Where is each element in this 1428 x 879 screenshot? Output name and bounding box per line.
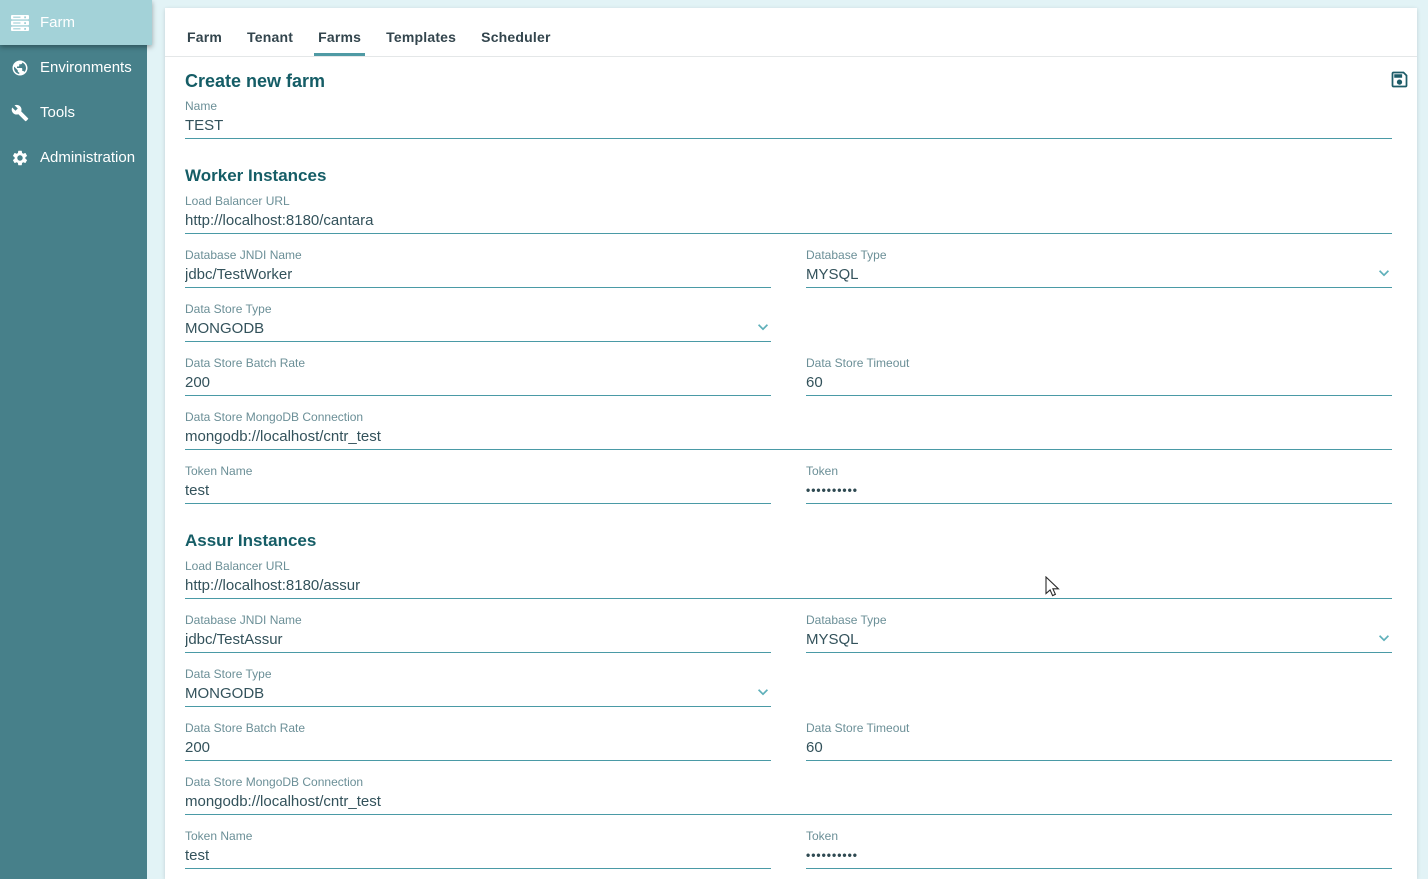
- worker-batch-rate-field: Data Store Batch Rate 200: [185, 356, 771, 396]
- worker-mongo-connection-field: Data Store MongoDB Connection mongodb://…: [185, 410, 1392, 450]
- worker-batch-rate-input[interactable]: 200: [185, 372, 771, 396]
- worker-load-balancer-input[interactable]: http://localhost:8180/cantara: [185, 210, 1392, 234]
- assur-load-balancer-field: Load Balancer URL http://localhost:8180/…: [185, 559, 1392, 599]
- assur-token-field: Token ••••••••••: [806, 829, 1392, 869]
- page-title: Create new farm: [185, 71, 1392, 93]
- worker-database-type-value[interactable]: MYSQL: [806, 264, 1392, 288]
- tab-scheduler[interactable]: Scheduler: [479, 18, 553, 56]
- tab-templates[interactable]: Templates: [384, 18, 458, 56]
- worker-data-store-type-value[interactable]: MONGODB: [185, 318, 771, 342]
- section-title-worker: Worker Instances: [185, 166, 1392, 186]
- create-farm-form: Create new farm Name TEST Worker Instanc…: [165, 57, 1417, 879]
- worker-jndi-input[interactable]: jdbc/TestWorker: [185, 264, 771, 288]
- field-label: Token: [806, 464, 1392, 478]
- sidebar-item-label: Farm: [40, 14, 75, 31]
- tab-tenant[interactable]: Tenant: [245, 18, 295, 56]
- assur-data-store-type-value[interactable]: MONGODB: [185, 683, 771, 707]
- field-label: Database Type: [806, 613, 1392, 627]
- sidebar-item-environments[interactable]: Environments: [0, 45, 147, 90]
- worker-mongo-connection-input[interactable]: mongodb://localhost/cntr_test: [185, 426, 1392, 450]
- assur-database-type-value[interactable]: MYSQL: [806, 629, 1392, 653]
- globe-icon: [11, 59, 29, 77]
- worker-timeout-input[interactable]: 60: [806, 372, 1392, 396]
- name-field: Name TEST: [185, 99, 1392, 139]
- assur-jndi-field: Database JNDI Name jdbc/TestAssur: [185, 613, 771, 653]
- field-label: Token Name: [185, 829, 771, 843]
- section-title-assur: Assur Instances: [185, 531, 1392, 551]
- assur-jndi-input[interactable]: jdbc/TestAssur: [185, 629, 771, 653]
- tab-bar: Farm Tenant Farms Templates Scheduler: [165, 8, 1417, 57]
- worker-database-type-select: Database Type MYSQL: [806, 248, 1392, 288]
- assur-database-type-select: Database Type MYSQL: [806, 613, 1392, 653]
- field-label: Data Store Timeout: [806, 356, 1392, 370]
- field-label: Data Store Batch Rate: [185, 356, 771, 370]
- assur-token-input[interactable]: ••••••••••: [806, 845, 1392, 869]
- farm-list-icon: [11, 14, 29, 32]
- assur-mongo-connection-input[interactable]: mongodb://localhost/cntr_test: [185, 791, 1392, 815]
- field-label: Database JNDI Name: [185, 248, 771, 262]
- sidebar-item-tools[interactable]: Tools: [0, 90, 147, 135]
- name-label: Name: [185, 99, 1392, 113]
- field-label: Data Store Timeout: [806, 721, 1392, 735]
- worker-token-name-field: Token Name test: [185, 464, 771, 504]
- worker-timeout-field: Data Store Timeout 60: [806, 356, 1392, 396]
- sidebar: Farm Environments Tools Administration: [0, 0, 147, 879]
- gear-icon: [11, 149, 29, 167]
- sidebar-item-farm[interactable]: Farm: [0, 0, 152, 45]
- field-label: Data Store MongoDB Connection: [185, 775, 1392, 789]
- assur-token-name-input[interactable]: test: [185, 845, 771, 869]
- worker-data-store-type-select: Data Store Type MONGODB: [185, 302, 771, 342]
- mouse-cursor: [1044, 576, 1064, 603]
- field-label: Data Store Batch Rate: [185, 721, 771, 735]
- worker-load-balancer-field: Load Balancer URL http://localhost:8180/…: [185, 194, 1392, 234]
- assur-mongo-connection-field: Data Store MongoDB Connection mongodb://…: [185, 775, 1392, 815]
- field-label: Data Store Type: [185, 667, 771, 681]
- worker-token-name-input[interactable]: test: [185, 480, 771, 504]
- field-label: Token: [806, 829, 1392, 843]
- name-input[interactable]: TEST: [185, 115, 1392, 139]
- main-card: Farm Tenant Farms Templates Scheduler Cr…: [165, 8, 1417, 879]
- field-label: Data Store MongoDB Connection: [185, 410, 1392, 424]
- worker-token-field: Token ••••••••••: [806, 464, 1392, 504]
- sidebar-item-administration[interactable]: Administration: [0, 135, 147, 180]
- assur-load-balancer-input[interactable]: http://localhost:8180/assur: [185, 575, 1392, 599]
- field-label: Load Balancer URL: [185, 559, 1392, 573]
- worker-token-input[interactable]: ••••••••••: [806, 480, 1392, 504]
- worker-jndi-field: Database JNDI Name jdbc/TestWorker: [185, 248, 771, 288]
- sidebar-item-label: Environments: [40, 59, 132, 76]
- field-label: Load Balancer URL: [185, 194, 1392, 208]
- sidebar-item-label: Administration: [40, 149, 135, 166]
- field-label: Token Name: [185, 464, 771, 478]
- assur-timeout-input[interactable]: 60: [806, 737, 1392, 761]
- assur-data-store-type-select: Data Store Type MONGODB: [185, 667, 771, 707]
- assur-batch-rate-input[interactable]: 200: [185, 737, 771, 761]
- field-label: Data Store Type: [185, 302, 771, 316]
- assur-batch-rate-field: Data Store Batch Rate 200: [185, 721, 771, 761]
- tab-farm[interactable]: Farm: [185, 18, 224, 56]
- wrench-icon: [11, 104, 29, 122]
- field-label: Database Type: [806, 248, 1392, 262]
- assur-token-name-field: Token Name test: [185, 829, 771, 869]
- sidebar-item-label: Tools: [40, 104, 75, 121]
- assur-timeout-field: Data Store Timeout 60: [806, 721, 1392, 761]
- field-label: Database JNDI Name: [185, 613, 771, 627]
- tab-farms[interactable]: Farms: [316, 18, 363, 56]
